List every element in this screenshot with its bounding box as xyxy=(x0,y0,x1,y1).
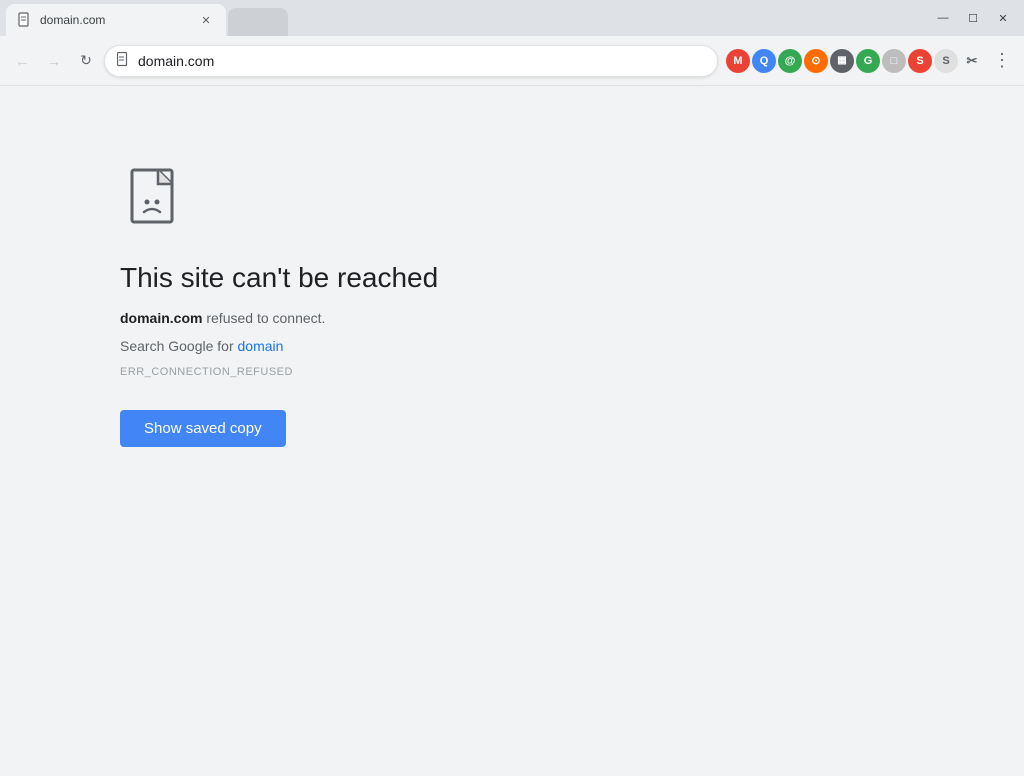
address-bar[interactable]: domain.com xyxy=(104,45,718,77)
ext-camera[interactable]: ▦ xyxy=(830,49,854,73)
forward-button[interactable]: → xyxy=(40,47,68,75)
ext-scissors[interactable]: ✂ xyxy=(960,49,984,73)
address-text: domain.com xyxy=(138,53,705,69)
title-bar: domain.com ✕ — ☐ ✕ xyxy=(0,0,1024,36)
active-tab[interactable]: domain.com ✕ xyxy=(6,4,226,36)
search-link[interactable]: domain xyxy=(238,338,284,354)
error-search-text: Search Google for domain xyxy=(120,338,438,354)
error-code: ERR_CONNECTION_REFUSED xyxy=(120,366,438,378)
extensions-area: M Q @ ⊙ ▦ G □ S S ✂ xyxy=(726,49,984,73)
inactive-tab[interactable] xyxy=(228,8,288,36)
ext-gmail[interactable]: M xyxy=(726,49,750,73)
back-button[interactable]: ← xyxy=(8,47,36,75)
close-button[interactable]: ✕ xyxy=(990,5,1016,31)
toolbar: ← → ↻ domain.com M Q @ ⊙ ▦ G □ S S ✂ ⋮ xyxy=(0,36,1024,86)
ext-q[interactable]: Q xyxy=(752,49,776,73)
ext-red[interactable]: S xyxy=(908,49,932,73)
address-favicon xyxy=(117,52,130,70)
error-page: This site can't be reached domain.com re… xyxy=(0,86,1024,776)
ext-orange[interactable]: ⊙ xyxy=(804,49,828,73)
error-content: This site can't be reached domain.com re… xyxy=(120,166,438,447)
ext-gray[interactable]: □ xyxy=(882,49,906,73)
error-icon xyxy=(120,166,192,238)
reload-button[interactable]: ↻ xyxy=(72,47,100,75)
show-saved-copy-button[interactable]: Show saved copy xyxy=(120,410,286,447)
error-title: This site can't be reached xyxy=(120,262,438,294)
minimize-button[interactable]: — xyxy=(930,5,956,31)
chrome-menu-button[interactable]: ⋮ xyxy=(988,47,1016,75)
window-controls: — ☐ ✕ xyxy=(922,5,1024,31)
ext-at[interactable]: @ xyxy=(778,49,802,73)
error-domain-bold: domain.com xyxy=(120,310,202,326)
tab-favicon xyxy=(18,12,32,28)
ext-green[interactable]: G xyxy=(856,49,880,73)
search-prefix: Search Google for xyxy=(120,338,238,354)
error-refused-text: refused to connect. xyxy=(206,310,325,326)
error-domain-text: domain.com refused to connect. xyxy=(120,310,438,326)
ext-light[interactable]: S xyxy=(934,49,958,73)
tab-close-button[interactable]: ✕ xyxy=(198,12,214,28)
maximize-button[interactable]: ☐ xyxy=(960,5,986,31)
tab-title: domain.com xyxy=(40,13,190,27)
